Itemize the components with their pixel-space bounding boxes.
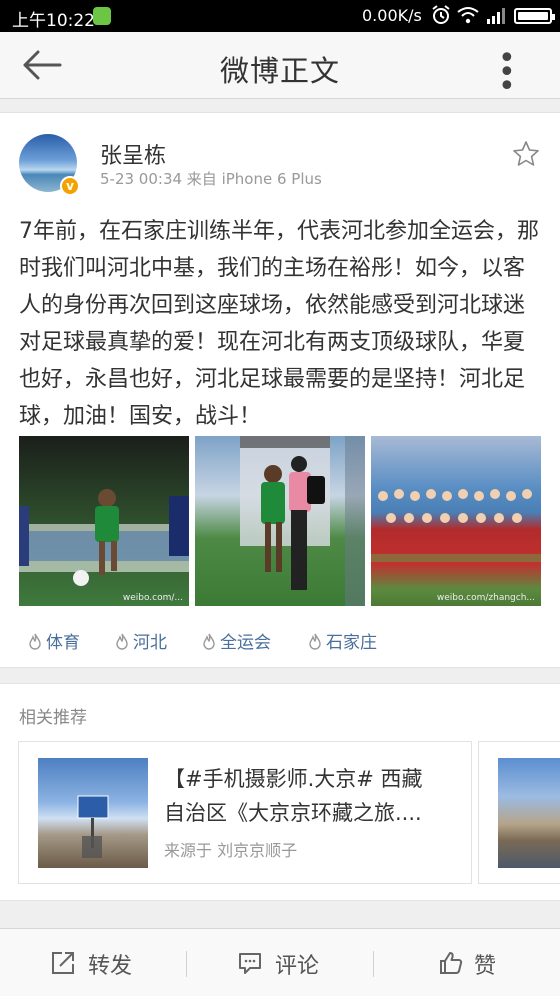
status-bar: 上午10:22 0.00K/s <box>0 0 560 32</box>
repost-label: 转发 <box>88 954 133 979</box>
more-options-icon[interactable]: • • • <box>498 44 538 102</box>
related-source: 来源于 刘京京顺子 <box>164 841 298 860</box>
alarm-icon <box>432 5 450 24</box>
page-title: 微博正文 <box>219 54 340 88</box>
flame-icon <box>203 633 215 650</box>
tag-label: 全运会 <box>220 633 271 653</box>
post-text: 7年前，在石家庄训练半年，代表河北参加全运会，那时我们叫河北中基，我们的主场在裕… <box>19 219 539 429</box>
bottom-action-bar: 转发 评论 赞 <box>0 928 560 996</box>
weibo-post-card: v 张呈栋 5-23 00:34 来自 iPhone 6 Plus 7年前，在石… <box>0 112 560 668</box>
tag-shijiazhuang[interactable]: 石家庄 <box>308 628 377 653</box>
battery-icon <box>514 8 555 24</box>
like-button[interactable]: 赞 <box>374 929 560 996</box>
photo-3-scene <box>371 489 541 562</box>
wechat-notification-icon <box>93 7 111 25</box>
favorite-star-icon[interactable] <box>512 140 540 168</box>
network-speed: 0.00K/s <box>362 6 422 25</box>
flame-icon <box>29 633 41 650</box>
topic-tags: 体育 河北 全运会 石家庄 <box>0 628 560 654</box>
related-title-line1: 【#手机摄影师.大京# 西藏 <box>164 767 423 791</box>
tag-hebei[interactable]: 河北 <box>115 628 167 653</box>
comment-label: 评论 <box>275 954 320 979</box>
photo-1-scene <box>19 489 189 586</box>
photo-1-watermark: weibo.com/... <box>122 593 183 603</box>
verified-badge: v <box>60 176 80 196</box>
post-photo-1[interactable]: weibo.com/... <box>19 436 189 606</box>
signal-icon <box>487 8 505 24</box>
tag-label: 体育 <box>46 633 80 653</box>
post-photo-2[interactable] <box>195 436 365 606</box>
related-thumbnail <box>38 758 148 868</box>
related-title: 相关推荐 <box>19 708 87 728</box>
thumbs-up-icon <box>440 952 463 974</box>
comment-icon <box>239 953 261 974</box>
related-recommendations: 相关推荐 【#手机摄影师.大京# 西藏 自治区《大京京环藏之旅.... 来源于 … <box>0 683 560 901</box>
tag-label: 河北 <box>133 633 167 653</box>
comment-button[interactable]: 评论 <box>187 929 373 996</box>
thumbnail-scene <box>77 795 109 858</box>
repost-button[interactable]: 转发 <box>0 929 186 996</box>
flame-icon <box>309 633 321 650</box>
tag-national-games[interactable]: 全运会 <box>202 628 271 653</box>
like-label: 赞 <box>474 954 497 979</box>
photo-2-scene <box>240 436 365 606</box>
related-card[interactable]: 【#手机摄影师.大京# 西藏 自治区《大京京环藏之旅.... 来源于 刘京京顺子 <box>18 741 472 884</box>
tag-sports[interactable]: 体育 <box>28 628 80 653</box>
repost-icon <box>52 952 74 974</box>
top-nav-bar: 微博正文 • • • <box>0 32 560 102</box>
related-thumbnail-2 <box>498 758 560 868</box>
author-name[interactable]: 张呈栋 <box>100 138 166 170</box>
wifi-icon <box>457 7 479 24</box>
post-photo-3[interactable]: weibo.com/zhangch... <box>371 436 541 606</box>
status-time: 上午10:22 <box>12 11 95 31</box>
photo-3-watermark: weibo.com/zhangch... <box>436 593 535 603</box>
post-meta: 5-23 00:34 来自 iPhone 6 Plus <box>100 170 322 188</box>
related-title-line2: 自治区《大京京环藏之旅.... <box>164 801 422 825</box>
tag-label: 石家庄 <box>326 633 377 653</box>
flame-icon <box>116 633 128 650</box>
related-card-partial[interactable] <box>478 741 560 884</box>
